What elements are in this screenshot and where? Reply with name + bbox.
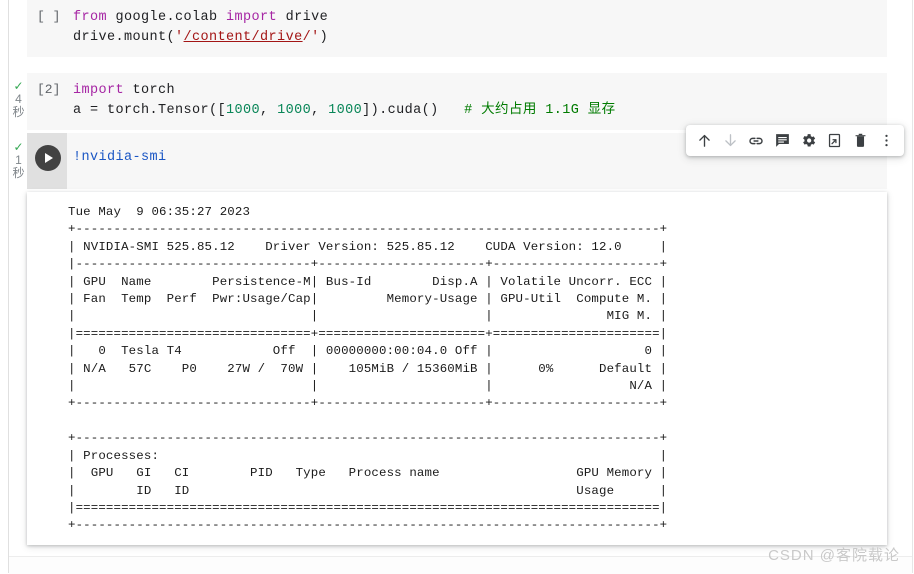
memory-comment: # 大约占用 1.1G 显存 [464,103,616,118]
cell-3-status: ✓ 1 秒 [9,140,28,180]
tensor-dim-3: 1000 [328,103,363,118]
move-cell-up-button[interactable] [691,128,717,154]
tensor-assign-suffix: ]).cuda() [362,103,465,118]
cell-1-code[interactable]: from google.colab import drive drive.mou… [73,8,328,48]
mirror-cell-button[interactable] [821,128,847,154]
cell-2-status: ✓ 4 秒 [9,79,28,119]
drive-path-string: '/content/drive/' [175,30,320,45]
cell-3-code[interactable]: !nvidia-smi [73,148,167,168]
link-icon [747,132,765,150]
add-comment-button[interactable] [769,128,795,154]
delete-cell-button[interactable] [847,128,873,154]
run-cell-button[interactable] [35,145,61,171]
comment-icon [774,132,791,149]
sep-2: , [311,103,329,118]
cell-2-code[interactable]: import torch a = torch.Tensor([1000, 100… [73,81,616,121]
csdn-watermark: CSDN @客院载论 [768,547,900,564]
right-rail-divider [912,0,913,573]
gear-icon [800,132,817,149]
imported-name: drive [277,10,329,25]
shell-command-nvidia-smi: nvidia-smi [81,150,167,165]
more-vert-icon [878,132,895,149]
shell-bang: ! [73,150,82,165]
cell-2-duration-unit: 秒 [12,105,25,119]
keyword-import-2: import [73,83,125,98]
call-expression: drive.mount( [73,30,176,45]
drive-path-underline: /content/drive [183,30,303,45]
call-close-paren: ) [319,30,329,45]
success-check-icon: ✓ [13,79,24,93]
tensor-assign-prefix: a = torch.Tensor([ [73,103,227,118]
colab-notebook: [ ] from google.colab import drive drive… [0,0,914,574]
keyword-import: import [226,10,278,25]
cell-actions-toolbar[interactable] [686,125,904,156]
arrow-up-icon [696,132,713,149]
move-cell-down-button[interactable] [717,128,743,154]
sep-1: , [260,103,278,118]
copy-cell-link-button[interactable] [743,128,769,154]
code-cell-2[interactable]: [2] import torch a = torch.Tensor([1000,… [27,73,887,130]
arrow-down-icon [722,132,739,149]
cell-3-duration-unit: 秒 [12,166,25,180]
success-check-icon: ✓ [13,140,24,154]
cell-settings-button[interactable] [795,128,821,154]
cell-2-execution-count[interactable]: [2] [37,82,60,97]
cell-output-area: Tue May 9 06:35:27 2023 +---------------… [27,192,887,545]
keyword-from: from [73,10,108,25]
imported-module-torch: torch [124,83,176,98]
code-cell-1[interactable]: [ ] from google.colab import drive drive… [27,0,887,57]
trash-icon [852,132,869,149]
module-path: google.colab [107,10,227,25]
more-cell-actions-button[interactable] [873,128,899,154]
tensor-dim-1: 1000 [226,103,261,118]
mirror-cell-icon [826,132,843,149]
tensor-dim-2: 1000 [277,103,312,118]
cell-1-execution-count[interactable]: [ ] [37,9,60,24]
nvidia-smi-output-text: Tue May 9 06:35:27 2023 +---------------… [68,205,668,533]
